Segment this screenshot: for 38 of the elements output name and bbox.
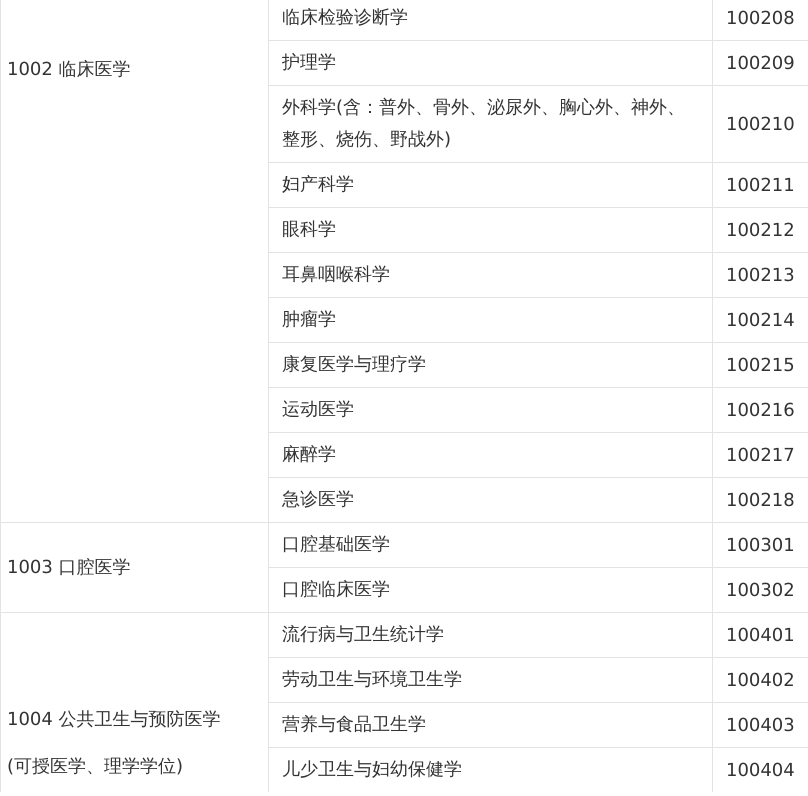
subject-code: 100218 — [726, 490, 795, 510]
discipline-label: (可授医学、理学学位) — [6, 755, 184, 779]
subject-name: 麻醉学 — [282, 443, 336, 467]
subject-name: 运动医学 — [282, 398, 354, 422]
subject-name: 耳鼻咽喉科学 — [282, 263, 390, 287]
subject-code: 100301 — [726, 534, 795, 556]
subject-code: 100403 — [726, 714, 795, 736]
discipline-label: 1004 公共卫生与预防医学 — [6, 708, 222, 732]
subject-name: 肿瘤学 — [282, 308, 336, 332]
subject-name: 眼科学 — [282, 218, 336, 242]
subject-code: 100217 — [726, 444, 795, 466]
subject-name: 营养与食品卫生学 — [282, 713, 426, 737]
subject-name: 急诊医学 — [282, 488, 354, 512]
subject-name: 康复医学与理疗学 — [282, 353, 426, 377]
subject-code: 100216 — [726, 400, 795, 420]
subject-name: 流行病与卫生统计学 — [282, 623, 444, 647]
subject-code: 100402 — [726, 670, 795, 690]
discipline-label: 1002 临床医学 — [6, 58, 132, 82]
subject-name: 劳动卫生与环境卫生学 — [282, 668, 462, 692]
subject-code: 100209 — [726, 52, 795, 74]
subject-name: 口腔基础医学 — [282, 533, 390, 557]
subject-name: 妇产科学 — [282, 173, 354, 197]
subject-code: 100212 — [726, 220, 795, 240]
subject-code: 100210 — [726, 114, 795, 134]
subject-code: 100404 — [726, 760, 795, 780]
subject-name: 外科学(含：普外、骨外、泌尿外、胸心外、神外、整形、烧伤、野战外) — [282, 96, 686, 152]
subject-code: 100211 — [726, 174, 795, 196]
subject-code: 100215 — [726, 354, 795, 376]
subject-name: 临床检验诊断学 — [282, 6, 408, 30]
subject-code: 100302 — [726, 580, 795, 600]
discipline-label: 1003 口腔医学 — [6, 556, 132, 580]
subject-name: 口腔临床医学 — [282, 578, 390, 602]
subject-code: 100213 — [726, 264, 795, 286]
subject-name: 儿少卫生与妇幼保健学 — [282, 758, 462, 782]
subject-code: 100208 — [726, 8, 795, 28]
subject-name: 护理学 — [282, 51, 336, 75]
subject-code: 100401 — [726, 624, 795, 646]
subject-code: 100214 — [726, 310, 795, 330]
